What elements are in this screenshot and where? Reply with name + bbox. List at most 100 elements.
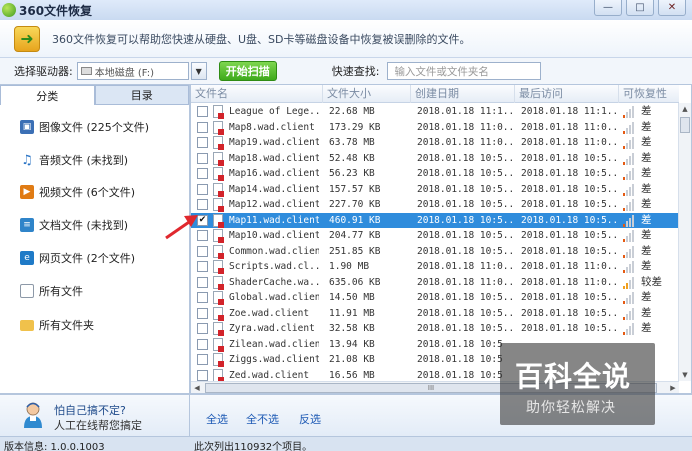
support-person-icon <box>24 402 42 428</box>
sidebar-item-all-files[interactable]: 所有文件 <box>20 282 83 300</box>
select-none-link[interactable]: 全不选 <box>246 411 279 427</box>
column-size[interactable]: 文件大小 <box>323 85 411 103</box>
table-row[interactable]: Zyra.wad.client 32.58 KB 2018.01.18 10:5..… <box>191 321 679 337</box>
version-info: 版本信息: 1.0.0.1003 <box>4 442 105 451</box>
row-checkbox[interactable] <box>197 323 208 334</box>
file-icon <box>20 284 34 298</box>
sidebar-item-webpages[interactable]: e 网页文件 (2个文件) <box>20 249 135 267</box>
table-row[interactable]: ✔ Map11.wad.client 460.91 KB 2018.01.18 10:… <box>191 212 679 228</box>
image-icon: ▣ <box>20 120 34 134</box>
row-checkbox[interactable] <box>197 245 208 257</box>
table-row[interactable]: League of Lege... 22.68 MB 2018.01.18 11:1… <box>191 104 679 120</box>
deleted-file-icon <box>213 213 224 228</box>
cell-name: Common.wad.client <box>229 245 319 257</box>
row-checkbox[interactable] <box>197 106 208 117</box>
cell-size: 11.91 MB <box>329 307 375 319</box>
minimize-button[interactable]: — <box>594 0 622 16</box>
table-row[interactable]: Common.wad.client 251.85 KB 2018.01.18 10:… <box>191 244 679 260</box>
deleted-file-icon <box>213 368 224 383</box>
table-row[interactable]: Global.wad.client 14.50 MB 2018.01.18 10:5… <box>191 290 679 306</box>
cell-name: Map16.wad.client <box>229 168 319 179</box>
signal-bars-icon <box>623 230 635 242</box>
select-all-link[interactable]: 全选 <box>206 411 228 427</box>
cell-recoverability: 差 <box>641 291 652 303</box>
cell-created: 2018.01.18 10:5... <box>417 245 515 257</box>
row-checkbox[interactable] <box>197 292 208 303</box>
cell-name: Scripts.wad.cl... <box>229 261 319 272</box>
online-help-panel[interactable]: 怕自己搞不定? 人工在线帮您搞定 <box>0 394 190 436</box>
drive-label: 选择驱动器: <box>14 65 73 78</box>
watermark-subtitle: 助你轻松解决 <box>526 400 616 416</box>
drive-dropdown-button[interactable]: ▼ <box>190 62 207 80</box>
row-checkbox[interactable] <box>197 199 208 210</box>
cell-recoverability: 差 <box>641 105 652 117</box>
signal-bars-icon <box>623 307 635 320</box>
row-checkbox[interactable] <box>197 261 208 272</box>
row-checkbox[interactable] <box>197 354 208 365</box>
quick-search-input[interactable]: 输入文件或文件夹名 <box>387 62 542 80</box>
cell-created: 2018.01.18 11:0... <box>417 261 515 272</box>
column-recoverability[interactable]: 可恢复性 <box>619 85 679 103</box>
tab-category[interactable]: 分类 <box>0 85 95 105</box>
signal-bars-icon <box>623 199 635 211</box>
document-icon: ≡ <box>20 218 34 232</box>
table-row[interactable]: Map8.wad.client 173.29 KB 2018.01.18 11:0.… <box>191 120 679 136</box>
sidebar-item-audio[interactable]: ♫ 音频文件 (未找到) <box>20 151 128 169</box>
close-button[interactable]: ✕ <box>658 0 686 16</box>
signal-bars-icon <box>623 276 635 289</box>
cell-created: 2018.01.18 10:5... <box>417 230 515 241</box>
cell-recoverability: 差 <box>641 260 652 272</box>
row-checkbox[interactable] <box>197 168 208 179</box>
cell-recoverability: 差 <box>641 244 652 257</box>
scroll-down-icon[interactable]: ▼ <box>679 369 691 381</box>
cell-size: 1.90 MB <box>329 261 370 272</box>
row-checkbox[interactable] <box>197 338 208 350</box>
scroll-up-icon[interactable]: ▲ <box>679 103 691 115</box>
scroll-right-icon[interactable]: ▶ <box>667 382 679 393</box>
cell-name: Map11.wad.client <box>229 214 319 226</box>
row-checkbox[interactable] <box>197 276 208 288</box>
vertical-scroll-thumb[interactable] <box>680 117 690 133</box>
column-created[interactable]: 创建日期 <box>411 85 515 103</box>
row-checkbox[interactable] <box>197 152 208 164</box>
deleted-file-icon <box>213 260 224 274</box>
table-row[interactable]: ShaderCache.wa... 635.06 KB 2018.01.18 11:… <box>191 275 679 291</box>
help-title-link[interactable]: 怕自己搞不定? <box>54 402 126 418</box>
drive-select[interactable]: 本地磁盘 (F:) <box>76 62 189 80</box>
cell-created: 2018.01.18 10:5... <box>417 168 515 179</box>
column-name[interactable]: 文件名 <box>191 85 323 103</box>
row-checkbox[interactable] <box>197 307 208 319</box>
invert-selection-link[interactable]: 反选 <box>299 411 321 427</box>
cell-created: 2018.01.18 10:5... <box>417 323 515 334</box>
toolbar: 选择驱动器: 本地磁盘 (F:) ▼ 开始扫描 快速查找: 输入文件或文件夹名 <box>0 58 692 84</box>
column-accessed[interactable]: 最后访问 <box>515 85 619 103</box>
rescan-button[interactable]: 开始扫描 <box>218 61 277 81</box>
table-row[interactable]: Map16.wad.client 56.23 KB 2018.01.18 10:5.… <box>191 166 679 182</box>
table-row[interactable]: Map18.wad.client 52.48 KB 2018.01.18 10:5.… <box>191 151 679 167</box>
sidebar-item-documents[interactable]: ≡ 文档文件 (未找到) <box>20 216 128 234</box>
table-row[interactable]: Scripts.wad.cl... 1.90 MB 2018.01.18 11:0.… <box>191 259 679 275</box>
table-row[interactable]: Map19.wad.client 63.78 MB 2018.01.18 11:0.… <box>191 135 679 151</box>
scroll-left-icon[interactable]: ◀ <box>191 382 203 393</box>
signal-bars-icon <box>623 245 635 258</box>
cell-name: Zyra.wad.client <box>229 323 315 334</box>
table-row[interactable]: Map10.wad.client 204.77 KB 2018.01.18 10:5… <box>191 228 679 244</box>
cell-name: League of Lege... <box>229 106 319 117</box>
table-row[interactable]: Map14.wad.client 157.57 KB 2018.01.18 10:5… <box>191 182 679 198</box>
sidebar-item-images[interactable]: ▣ 图像文件 (225个文件) <box>20 118 149 136</box>
row-checkbox[interactable] <box>197 183 208 195</box>
table-row[interactable]: Map12.wad.client 227.70 KB 2018.01.18 10:5… <box>191 197 679 213</box>
row-checkbox[interactable] <box>197 121 208 133</box>
chevron-down-icon: ▼ <box>195 66 202 76</box>
sidebar-item-label: 视频文件 (6个文件) <box>39 186 136 199</box>
row-checkbox[interactable] <box>197 137 208 148</box>
signal-bars-icon <box>623 261 635 273</box>
sidebar-item-all-folders[interactable]: 所有文件夹 <box>20 316 94 334</box>
table-row[interactable]: Zoe.wad.client 11.91 MB 2018.01.18 10:5...… <box>191 306 679 322</box>
sidebar-item-video[interactable]: ▶ 视频文件 (6个文件) <box>20 183 135 201</box>
vertical-scrollbar[interactable]: ▲ ▼ <box>678 103 691 381</box>
maximize-button[interactable]: □ <box>626 0 654 16</box>
row-checkbox[interactable] <box>197 369 208 381</box>
sidebar-tabs: 分类 目录 <box>0 85 189 105</box>
tab-directory[interactable]: 目录 <box>94 85 189 105</box>
